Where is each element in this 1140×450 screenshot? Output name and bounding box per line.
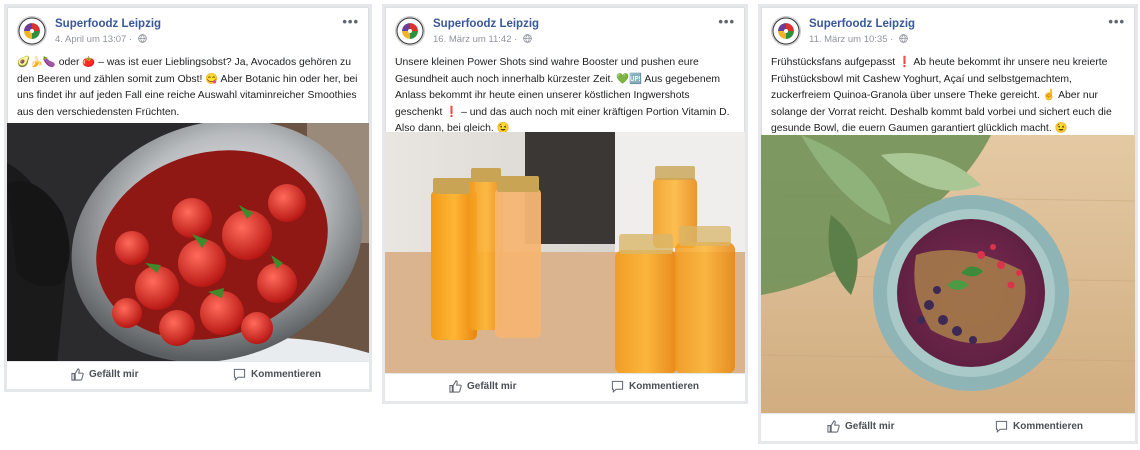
like-label: Gefällt mir: [467, 381, 517, 392]
comment-button[interactable]: Kommentieren: [995, 420, 1083, 433]
post-timestamp[interactable]: 11. März um 10:35 ·: [809, 34, 908, 46]
superfoodz-logo-icon[interactable]: [17, 16, 47, 46]
post-text: Frühstücksfans aufgepasst ❗ Ab heute bek…: [771, 57, 1112, 134]
page-name-link[interactable]: Superfoodz Leipzig: [55, 18, 161, 30]
post-header: Superfoodz Leipzig 11. März um 10:35 · •…: [771, 14, 1125, 50]
post-text: Unsere kleinen Power Shots sind wahre Bo…: [395, 57, 730, 134]
post-timestamp[interactable]: 16. März um 11:42 ·: [433, 34, 532, 46]
globe-icon: [137, 34, 147, 46]
comment-bubble-icon: [995, 420, 1008, 433]
comment-button[interactable]: Kommentieren: [233, 368, 321, 381]
post-header: Superfoodz Leipzig 4. April um 13:07 · •…: [17, 14, 359, 50]
timestamp-text: 4. April um 13:07 ·: [55, 34, 133, 45]
post-header: Superfoodz Leipzig 16. März um 11:42 · •…: [395, 14, 735, 50]
like-label: Gefällt mir: [89, 369, 139, 380]
comment-label: Kommentieren: [1013, 421, 1084, 432]
like-label: Gefällt mir: [845, 421, 895, 432]
timestamp-text: 16. März um 11:42 ·: [433, 34, 518, 45]
page-name-link[interactable]: Superfoodz Leipzig: [433, 18, 539, 30]
post-card: Superfoodz Leipzig 16. März um 11:42 · •…: [382, 4, 748, 404]
globe-icon: [899, 34, 908, 46]
post-card: Superfoodz Leipzig 11. März um 10:35 · •…: [758, 4, 1138, 444]
superfoodz-logo-icon[interactable]: [395, 16, 425, 46]
post-timestamp[interactable]: 4. April um 13:07 ·: [55, 34, 147, 46]
more-options-icon[interactable]: •••: [718, 14, 735, 29]
more-options-icon[interactable]: •••: [1108, 14, 1125, 29]
comment-bubble-icon: [233, 368, 246, 381]
globe-icon: [523, 34, 532, 46]
ginger-shot-bottles-photo[interactable]: [385, 132, 745, 374]
more-options-icon[interactable]: •••: [342, 14, 359, 29]
comment-button[interactable]: Kommentieren: [611, 380, 699, 393]
post-card: Superfoodz Leipzig 4. April um 13:07 · •…: [4, 4, 372, 392]
post-actions-bar: Gefällt mir Kommentieren: [385, 373, 745, 401]
post-actions-bar: Gefällt mir Kommentieren: [7, 361, 369, 389]
superfoodz-logo-icon[interactable]: [771, 16, 801, 46]
timestamp-text: 11. März um 10:35 ·: [809, 34, 894, 45]
comment-label: Kommentieren: [629, 381, 700, 392]
acai-breakfast-bowl-photo[interactable]: [761, 135, 1135, 413]
like-button[interactable]: Gefällt mir: [449, 380, 516, 393]
like-button[interactable]: Gefällt mir: [71, 368, 138, 381]
thumbs-up-icon: [71, 368, 84, 381]
post-actions-bar: Gefällt mir Kommentieren: [761, 413, 1135, 441]
comment-label: Kommentieren: [251, 369, 322, 380]
like-button[interactable]: Gefällt mir: [827, 420, 894, 433]
thumbs-up-icon: [827, 420, 840, 433]
strawberries-in-steel-bowl-photo[interactable]: [7, 123, 369, 365]
post-text: 🥑🍌🍆 oder 🍅 – was ist euer Lieblingsobst?…: [17, 57, 358, 118]
comment-bubble-icon: [611, 380, 624, 393]
page-name-link[interactable]: Superfoodz Leipzig: [809, 18, 915, 30]
thumbs-up-icon: [449, 380, 462, 393]
